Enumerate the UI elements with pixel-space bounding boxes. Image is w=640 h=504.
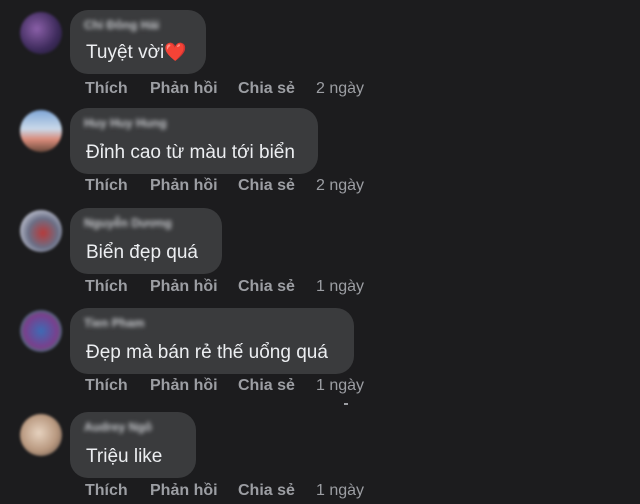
avatar[interactable]: [20, 310, 62, 352]
avatar[interactable]: [20, 210, 62, 252]
share-button[interactable]: Chia sẻ: [238, 278, 295, 296]
reply-button[interactable]: Phản hồi: [150, 177, 218, 195]
reply-button[interactable]: Phản hồi: [150, 80, 218, 98]
comment-author[interactable]: Tien Pham: [84, 316, 144, 330]
avatar[interactable]: [20, 110, 62, 152]
reply-button[interactable]: Phản hồi: [150, 278, 218, 296]
comment-timestamp[interactable]: 2 ngày: [316, 177, 364, 195]
comment-timestamp[interactable]: 1 ngày: [316, 377, 364, 395]
comment-bubble: Audrey Ngô Triệu like: [70, 412, 196, 478]
comment-text: Đẹp mà bán rẻ thế uổng quá: [86, 342, 328, 363]
like-button[interactable]: Thích: [85, 80, 128, 98]
comment-bubble: Huy Huy Hung Đỉnh cao từ màu tới biển: [70, 108, 318, 174]
avatar[interactable]: [20, 12, 62, 54]
comment-text: Biển đẹp quá: [86, 242, 198, 263]
comment-author[interactable]: Nguyễn Dương: [84, 216, 172, 230]
comment-bubble: Chi Đông Hải Tuyệt vời❤️: [70, 10, 206, 74]
comment-author[interactable]: Huy Huy Hung: [84, 116, 167, 130]
comment-timestamp[interactable]: 1 ngày: [316, 482, 364, 500]
like-button[interactable]: Thích: [85, 482, 128, 500]
like-button[interactable]: Thích: [85, 377, 128, 395]
share-button[interactable]: Chia sẻ: [238, 482, 295, 500]
comment-author[interactable]: Chi Đông Hải: [84, 18, 159, 32]
comment-text: Triệu like: [86, 446, 163, 467]
comment-text: Đỉnh cao từ màu tới biển: [86, 142, 295, 163]
avatar[interactable]: [20, 414, 62, 456]
like-button[interactable]: Thích: [85, 177, 128, 195]
comment-author[interactable]: Audrey Ngô: [84, 420, 152, 434]
reply-button[interactable]: Phản hồi: [150, 377, 218, 395]
heart-emoji-icon: ❤️: [164, 42, 187, 62]
share-button[interactable]: Chia sẻ: [238, 377, 295, 395]
like-button[interactable]: Thích: [85, 278, 128, 296]
divider: [344, 403, 348, 405]
comment-timestamp[interactable]: 2 ngày: [316, 80, 364, 98]
reply-button[interactable]: Phản hồi: [150, 482, 218, 500]
comment-bubble: Nguyễn Dương Biển đẹp quá: [70, 208, 222, 274]
share-button[interactable]: Chia sẻ: [238, 177, 295, 195]
comment-timestamp[interactable]: 1 ngày: [316, 278, 364, 296]
share-button[interactable]: Chia sẻ: [238, 80, 295, 98]
comment-text: Tuyệt vời❤️: [86, 42, 187, 63]
comment-bubble: Tien Pham Đẹp mà bán rẻ thế uổng quá: [70, 308, 354, 374]
